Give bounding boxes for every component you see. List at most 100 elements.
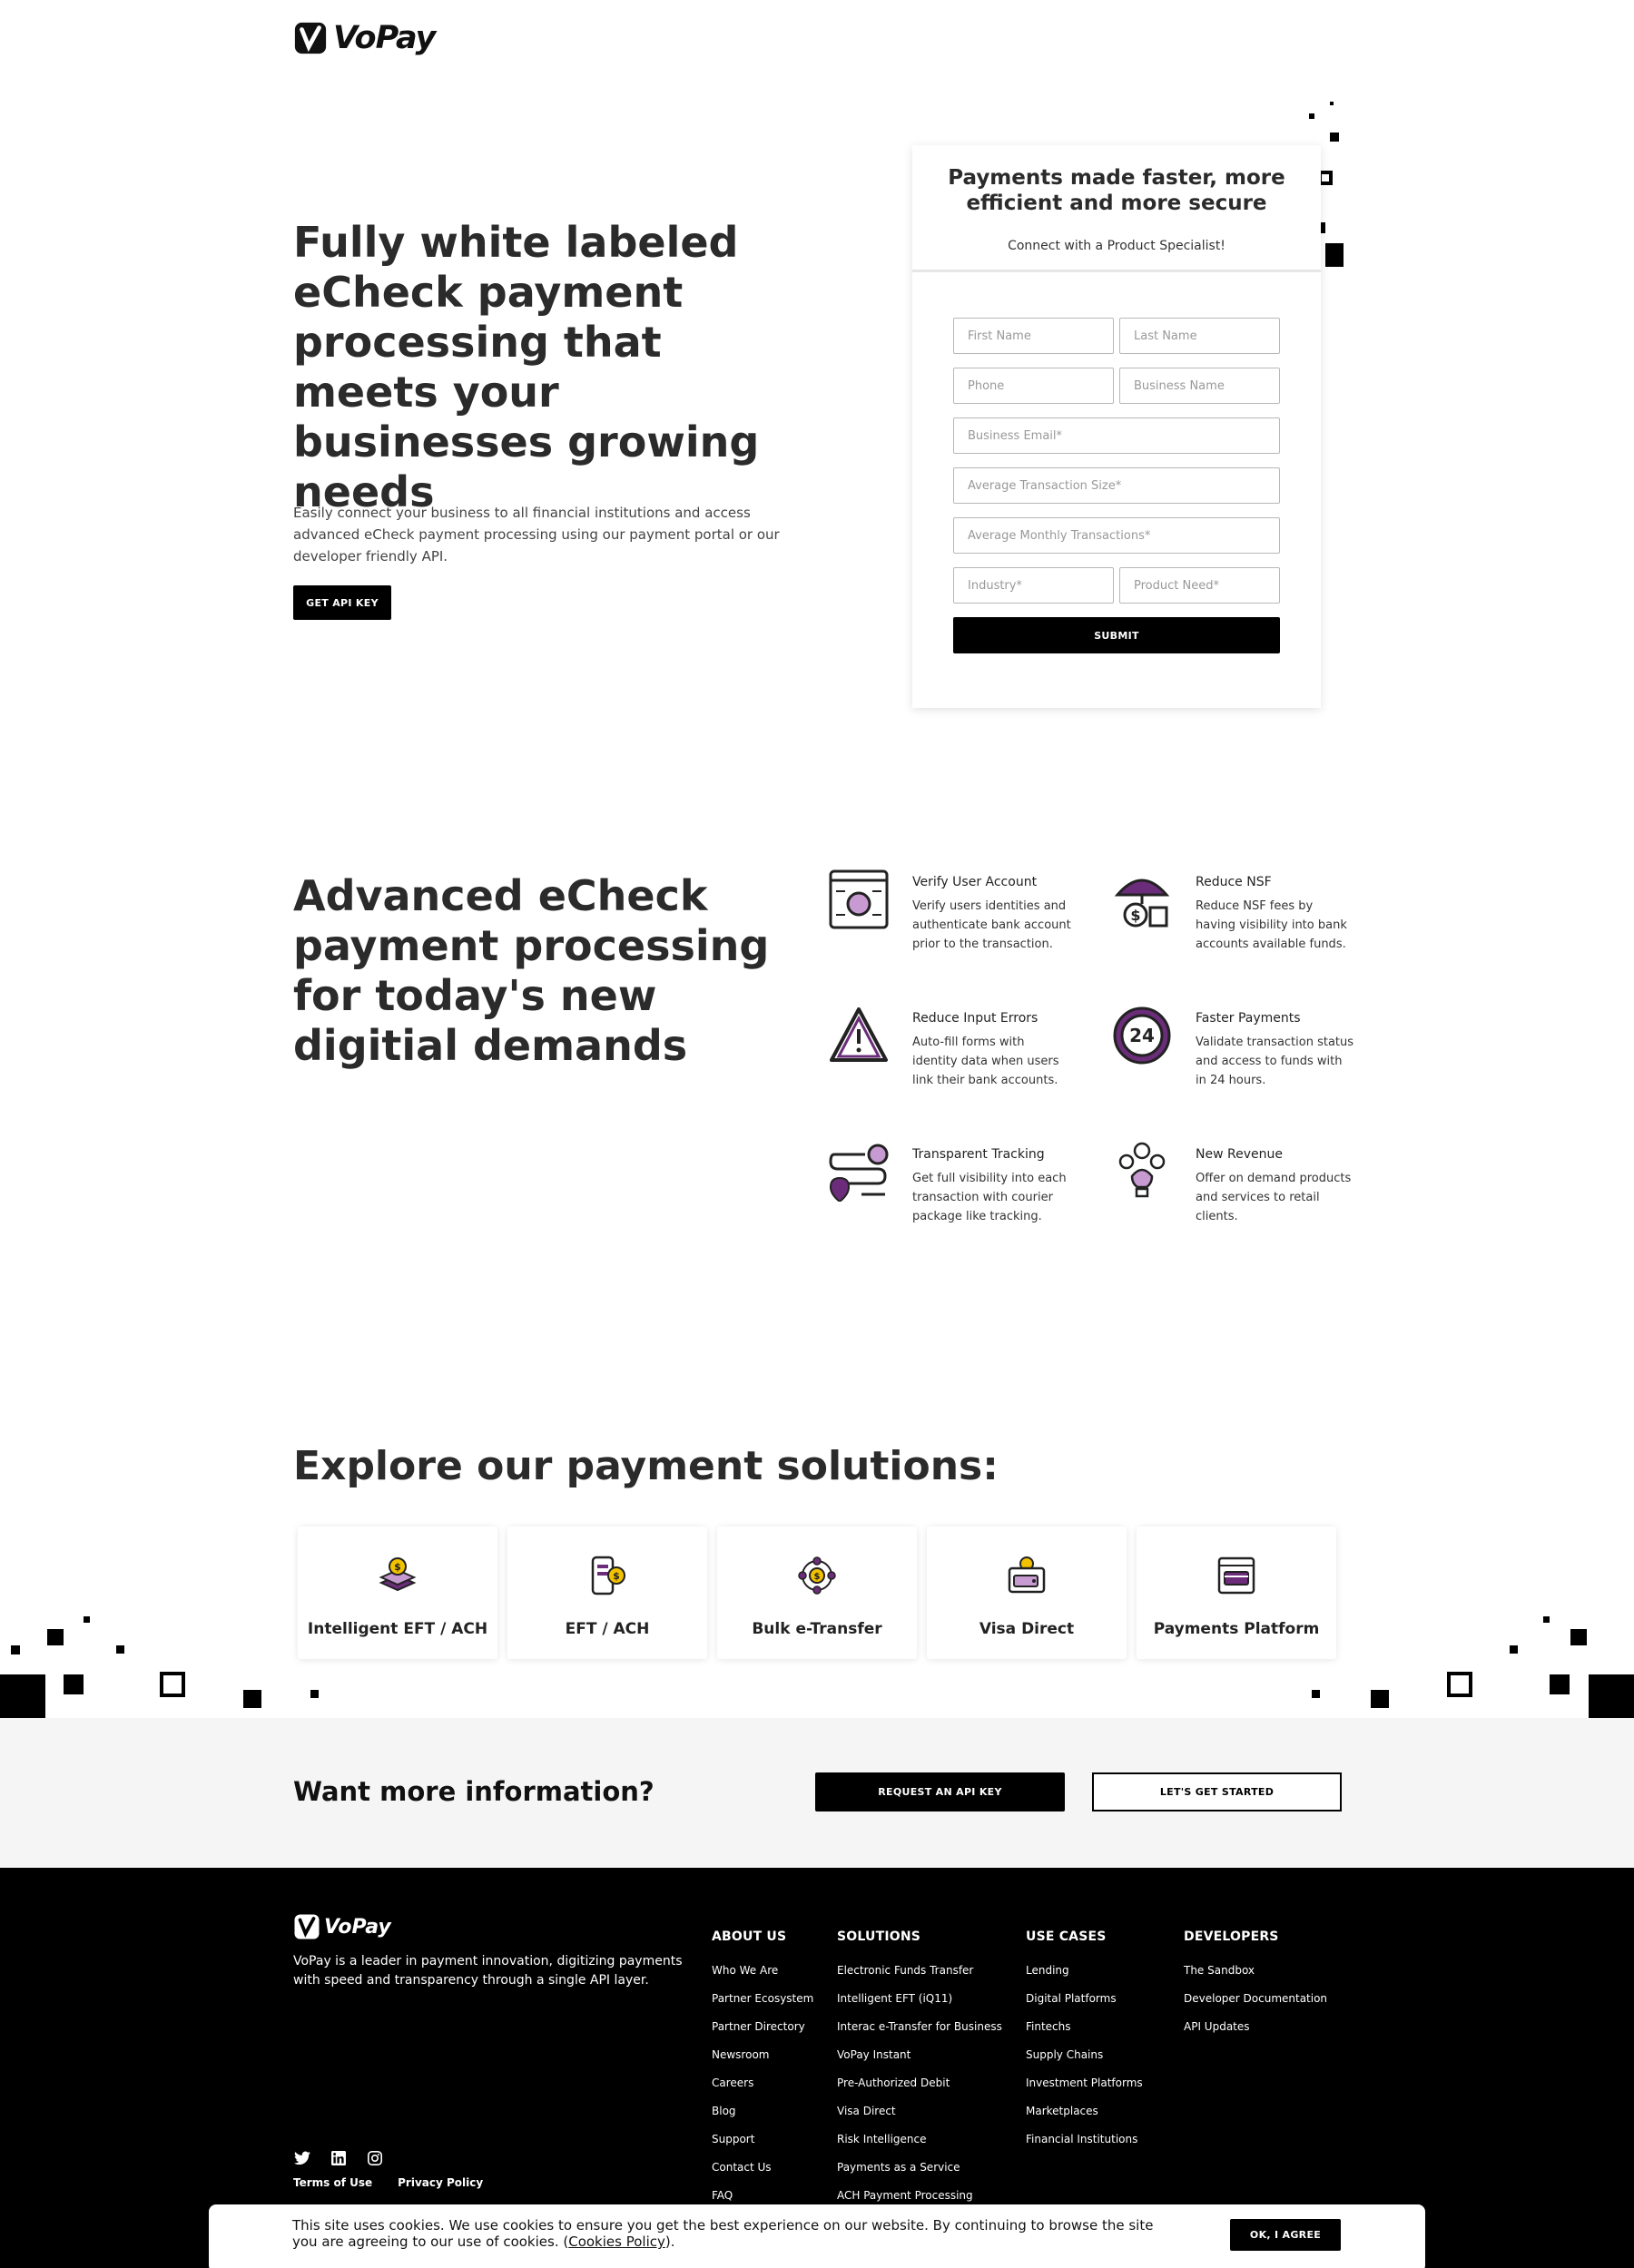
instagram-icon[interactable]: [366, 2149, 384, 2167]
clock-24-icon: 24: [1113, 1006, 1171, 1065]
footer-link[interactable]: Visa Direct: [837, 2105, 1002, 2133]
footer-column-use-cases: USE CASES Lending Digital Platforms Fint…: [1026, 1929, 1143, 2161]
footer-link[interactable]: Who We Are: [712, 1964, 813, 1992]
pixel-decoration: [1312, 1690, 1320, 1698]
footer-link[interactable]: Payments as a Service: [837, 2161, 1002, 2189]
first-name-input[interactable]: First Name: [953, 318, 1114, 354]
business-name-input[interactable]: Business Name: [1119, 368, 1280, 404]
solution-label: EFT / ACH: [565, 1620, 650, 1638]
footer-link[interactable]: The Sandbox: [1184, 1964, 1327, 1992]
business-email-input[interactable]: Business Email*: [953, 417, 1280, 454]
pixel-decoration: [47, 1629, 64, 1645]
phone-input[interactable]: Phone: [953, 368, 1114, 404]
submit-button[interactable]: SUBMIT: [953, 617, 1280, 653]
linkedin-icon[interactable]: [330, 2149, 348, 2167]
footer-link[interactable]: Lending: [1026, 1964, 1143, 1992]
pixel-decoration: [1325, 243, 1344, 267]
request-api-key-button[interactable]: REQUEST AN API KEY: [815, 1772, 1065, 1811]
feature-name: Verify User Account: [912, 875, 1038, 889]
product-need-select[interactable]: Product Need*: [1119, 567, 1280, 604]
svg-text:24: 24: [1129, 1025, 1155, 1046]
last-name-input[interactable]: Last Name: [1119, 318, 1280, 354]
footer-link[interactable]: Blog: [712, 2105, 813, 2133]
wallet-card-icon: [1008, 1556, 1046, 1594]
svg-text:$: $: [1130, 907, 1140, 924]
solution-card-bulk-etransfer[interactable]: $ Bulk e-Transfer: [717, 1527, 917, 1659]
footer-link[interactable]: Partner Directory: [712, 2020, 813, 2048]
footer-link[interactable]: Interac e-Transfer for Business: [837, 2020, 1002, 2048]
feature-reduce-input-errors: Reduce Input Errors Auto-fill forms with…: [829, 1006, 1101, 1124]
footer-logo[interactable]: VoPay: [293, 1913, 391, 1940]
footer-link[interactable]: Fintechs: [1026, 2020, 1143, 2048]
browser-card-icon: [1217, 1556, 1255, 1595]
footer-link[interactable]: Digital Platforms: [1026, 1992, 1143, 2020]
pixel-decoration: [11, 1645, 20, 1654]
footer-column-title: DEVELOPERS: [1184, 1929, 1279, 1944]
pixel-decoration: [1550, 1674, 1570, 1694]
footer-column-title: ABOUT US: [712, 1929, 787, 1944]
pixel-decoration: [1309, 113, 1314, 119]
avg-monthly-transactions-input[interactable]: Average Monthly Transactions*: [953, 517, 1280, 554]
umbrella-money-icon: $: [1114, 879, 1170, 928]
lightbulb-currency-icon: [1118, 1142, 1166, 1198]
solution-label: Intelligent EFT / ACH: [307, 1620, 488, 1638]
header-logo[interactable]: VoPay: [293, 20, 436, 56]
footer-link[interactable]: Supply Chains: [1026, 2048, 1143, 2077]
footer-link[interactable]: Electronic Funds Transfer: [837, 1964, 1002, 1992]
cookies-policy-link[interactable]: Cookies Policy: [568, 2234, 665, 2250]
solution-card-payments-platform[interactable]: Payments Platform: [1137, 1527, 1336, 1659]
footer-link[interactable]: Careers: [712, 2077, 813, 2105]
feature-text: Verify users identities and authenticate…: [912, 899, 1071, 951]
cookie-agree-button[interactable]: OK, I AGREE: [1230, 2219, 1341, 2251]
hero-title: Fully white labeled eCheck payment proce…: [293, 218, 760, 516]
footer-link[interactable]: API Updates: [1184, 2020, 1327, 2048]
pixel-decoration: [1330, 102, 1334, 105]
warning-icon: [830, 1007, 888, 1062]
form-header: Payments made faster, more efficient and…: [912, 145, 1321, 272]
pixel-decoration: [243, 1690, 261, 1708]
feature-reduce-nsf: $ Reduce NSF Reduce NSF fees by having v…: [1112, 869, 1384, 987]
cookie-message: This site uses cookies. We use cookies t…: [292, 2217, 1154, 2250]
solution-label: Bulk e-Transfer: [752, 1620, 882, 1638]
footer-link[interactable]: Developer Documentation: [1184, 1992, 1327, 2020]
footer-link[interactable]: Partner Ecosystem: [712, 1992, 813, 2020]
footer-link[interactable]: Financial Institutions: [1026, 2133, 1143, 2161]
footer-link[interactable]: Investment Platforms: [1026, 2077, 1143, 2105]
stacked-coin-icon: $: [379, 1557, 417, 1592]
privacy-link[interactable]: Privacy Policy: [398, 2176, 483, 2189]
avg-transaction-size-input[interactable]: Average Transaction Size*: [953, 467, 1280, 504]
feature-name: Reduce Input Errors: [912, 1011, 1038, 1026]
footer-link[interactable]: Contact Us: [712, 2161, 813, 2189]
footer-column-title: SOLUTIONS: [837, 1929, 921, 1944]
cta-title: Want more information?: [293, 1776, 655, 1807]
pixel-decoration: [0, 1674, 45, 1718]
mobile-coin-icon: $: [591, 1556, 625, 1595]
solutions-title: Explore our payment solutions:: [293, 1443, 999, 1489]
solution-card-eft-ach[interactable]: $ EFT / ACH: [507, 1527, 707, 1659]
pixel-decoration: [1589, 1674, 1634, 1718]
footer-column-solutions: SOLUTIONS Electronic Funds Transfer Inte…: [837, 1929, 1002, 2217]
terms-link[interactable]: Terms of Use: [293, 2176, 372, 2189]
get-api-key-button[interactable]: GET API KEY: [293, 585, 391, 620]
solution-card-visa-direct[interactable]: Visa Direct: [927, 1527, 1127, 1659]
hero-description: Easily connect your business to all fina…: [293, 505, 780, 565]
vopay-logo-icon: [294, 1914, 320, 1939]
lets-get-started-button[interactable]: LET'S GET STARTED: [1092, 1772, 1342, 1811]
footer-link[interactable]: Intelligent EFT (iQ11): [837, 1992, 1002, 2020]
footer-link[interactable]: Newsroom: [712, 2048, 813, 2077]
cookie-banner: This site uses cookies. We use cookies t…: [209, 2204, 1425, 2268]
footer-link[interactable]: Marketplaces: [1026, 2105, 1143, 2133]
form-title: Payments made faster, more efficient and…: [948, 166, 1285, 215]
form-subtitle: Connect with a Product Specialist!: [1008, 239, 1226, 253]
industry-select[interactable]: Industry*: [953, 567, 1114, 604]
feature-name: New Revenue: [1196, 1147, 1283, 1162]
footer-link[interactable]: VoPay Instant: [837, 2048, 1002, 2077]
footer-column-title: USE CASES: [1026, 1929, 1107, 1944]
social-links: [293, 2149, 384, 2167]
solution-card-intelligent-eft[interactable]: $ Intelligent EFT / ACH: [298, 1527, 497, 1659]
footer-link[interactable]: Risk Intelligence: [837, 2133, 1002, 2161]
twitter-icon[interactable]: [293, 2149, 311, 2167]
footer-link[interactable]: Pre-Authorized Debit: [837, 2077, 1002, 2105]
footer-link[interactable]: Support: [712, 2133, 813, 2161]
pixel-decoration: [1371, 1690, 1389, 1708]
